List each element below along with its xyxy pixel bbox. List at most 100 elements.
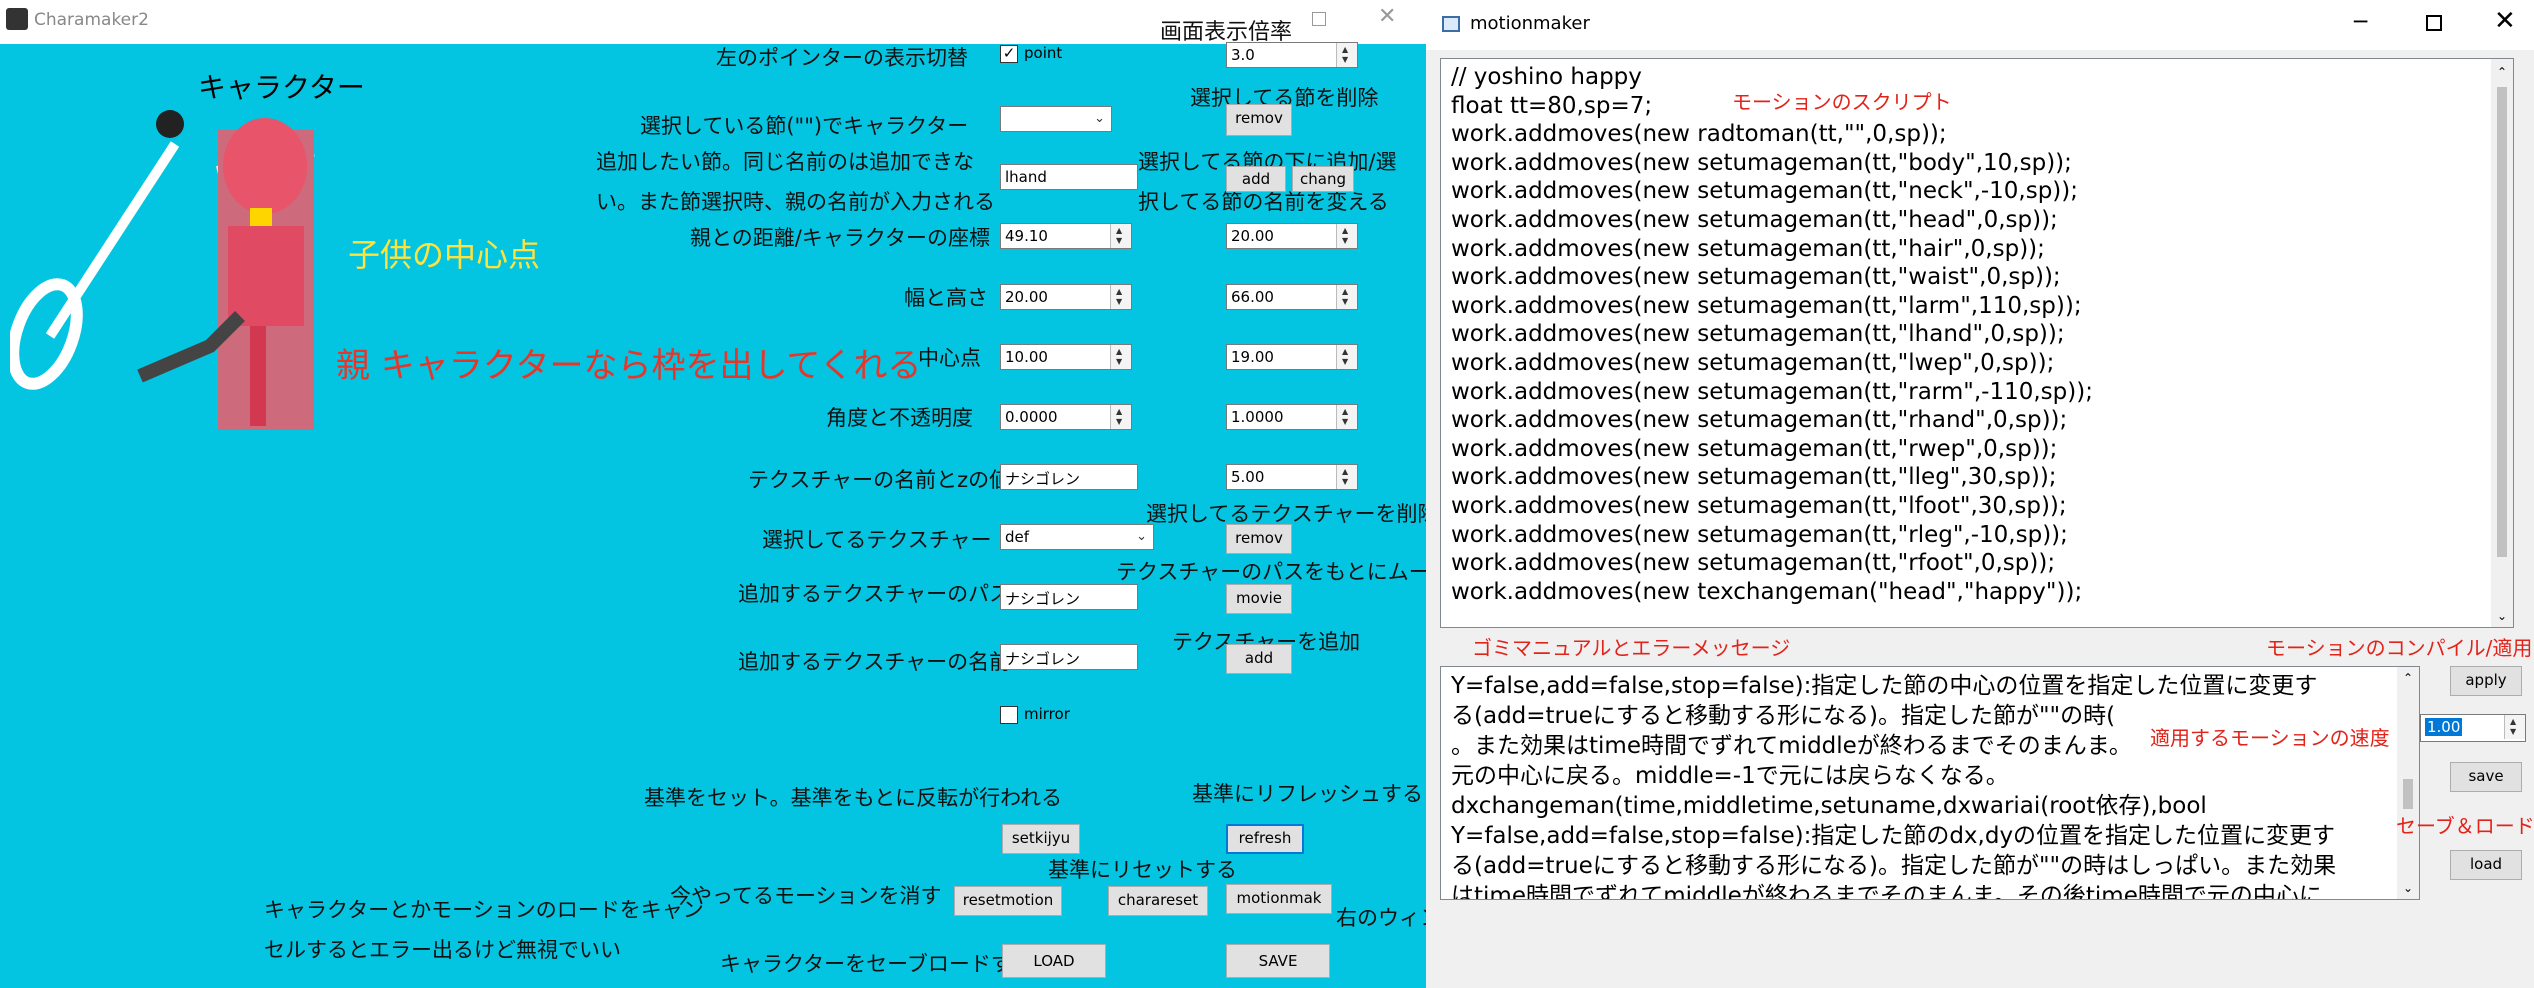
reset-base-label: 基準にリセットする <box>1048 858 1237 882</box>
manual-textbox[interactable]: Y=false,add=false,stop=false):指定した節の中心の位… <box>1440 666 2420 900</box>
script-line: work.addmoves(new setumageman(tt,"lleg",… <box>1451 464 2057 491</box>
texture-select-value: def <box>1005 528 1030 546</box>
opacity-value: 1.0000 <box>1231 408 1284 426</box>
manual-line: dxchangeman(time,middletime,setuname,dxw… <box>1451 793 2207 819</box>
window-title: motionmaker <box>1470 13 1590 34</box>
manual-line: Y=false,add=false,stop=false):指定した節のdx,d… <box>1451 823 2336 849</box>
script-line: work.addmoves(new setumageman(tt,"lhand"… <box>1451 321 2065 348</box>
remove-texture-button[interactable]: remov <box>1226 524 1292 554</box>
opacity-spinner[interactable]: 1.0000 ▲ ▼ <box>1226 404 1358 430</box>
spin-arrows[interactable]: ▲ ▼ <box>1336 465 1357 489</box>
point-checkbox[interactable]: ✓ <box>1000 45 1018 63</box>
height-spinner[interactable]: 66.00 ▲ ▼ <box>1226 284 1358 310</box>
script-line: work.addmoves(new setumageman(tt,"rleg",… <box>1451 521 2068 548</box>
texture-name-z-label: テクスチャーの名前とzの値 <box>748 468 1011 492</box>
selected-joint-label: 選択している節("")でキャラクター <box>640 114 969 138</box>
script-editor[interactable]: // yoshino happy float tt=80,sp=7; work.ad… <box>1440 58 2514 628</box>
spin-arrows[interactable]: ▲ ▼ <box>1336 224 1357 248</box>
scrollbar[interactable]: ⌃ ⌄ <box>2491 59 2513 627</box>
maximize-icon[interactable] <box>1312 12 1326 26</box>
compile-label: モーションのコンパイル/適用 <box>2266 636 2533 660</box>
add-joint-button[interactable]: add <box>1226 166 1286 192</box>
resetmotion-button[interactable]: resetmotion <box>954 886 1062 916</box>
app-icon <box>1442 16 1460 32</box>
texture-path-value: ナシゴレン <box>1005 590 1081 608</box>
add-texture-button[interactable]: add <box>1226 644 1292 674</box>
close-icon[interactable]: ✕ <box>1378 4 1396 29</box>
script-line: work.addmoves(new setumageman(tt,"waist"… <box>1451 264 2061 291</box>
zoom-spinner[interactable]: 3.0 ▲ ▼ <box>1226 42 1358 68</box>
add-joint-label-1: 追加したい節。同じ名前のは追加できな <box>596 150 974 174</box>
spin-arrows[interactable]: ▲ ▼ <box>1336 43 1357 67</box>
zoom-value: 3.0 <box>1231 46 1255 64</box>
center-x-spinner[interactable]: 10.00 ▲ ▼ <box>1000 344 1132 370</box>
texture-select[interactable]: def ⌄ <box>1000 524 1154 550</box>
spin-arrows[interactable]: ▲ ▼ <box>1336 405 1357 429</box>
z-value-spinner[interactable]: 5.00 ▲ ▼ <box>1226 464 1358 490</box>
save-motion-button[interactable]: save <box>2450 762 2522 792</box>
char-coord-spinner[interactable]: 20.00 ▲ ▼ <box>1226 223 1358 249</box>
width-spinner[interactable]: 20.00 ▲ ▼ <box>1000 284 1132 310</box>
manual-line: る(add=trueにすると移動する形になる)。指定した節が""の時はしっぱい。… <box>1451 853 2337 879</box>
script-line: work.addmoves(new setumageman(tt,"lfoot"… <box>1451 492 2067 519</box>
scrollbar[interactable]: ⌃ ⌄ <box>2397 667 2419 899</box>
point-check-label: point <box>1024 44 1063 62</box>
spin-arrows[interactable]: ▲ ▼ <box>1110 345 1131 369</box>
chevron-down-icon: ⌄ <box>1094 111 1105 126</box>
movie-button[interactable]: movie <box>1226 584 1292 614</box>
spin-arrows[interactable]: ▲ ▼ <box>2504 715 2525 739</box>
script-code: // yoshino happy float tt=80,sp=7; work.ad… <box>1451 63 2093 606</box>
center-y-spinner[interactable]: 19.00 ▲ ▼ <box>1226 344 1358 370</box>
spin-arrows[interactable]: ▲ ▼ <box>1110 285 1131 309</box>
distance-spinner[interactable]: 49.10 ▲ ▼ <box>1000 223 1132 249</box>
angle-opacity-label: 角度と不透明度 <box>826 406 973 430</box>
load-character-button[interactable]: LOAD <box>1002 944 1106 978</box>
texture-name-input[interactable]: ナシゴレン <box>1000 464 1138 490</box>
texture-path-input[interactable]: ナシゴレン <box>1000 584 1138 610</box>
spin-arrows[interactable]: ▲ ▼ <box>1336 285 1357 309</box>
add-joint-label-2: い。また節選択時、親の名前が入力される <box>596 190 995 214</box>
add-texture-name-label: 追加するテクスチャーの名前 <box>738 650 1011 674</box>
charamaker-window: Charamaker2 画面表示倍率 ✕ キャラクター 子供の中心点 親 キャラ… <box>0 0 1588 988</box>
load-motion-button[interactable]: load <box>2450 850 2522 880</box>
size-label: 幅と高さ <box>904 286 988 310</box>
charareset-button[interactable]: charareset <box>1108 886 1208 916</box>
script-line: work.addmoves(new texchangeman("head","h… <box>1451 578 2083 605</box>
texture-name-value: ナシゴレン <box>1005 470 1081 488</box>
set-base-label: 基準をセット。基準をもとに反転が行われる <box>644 786 1063 810</box>
change-joint-button[interactable]: chang <box>1292 166 1354 192</box>
maximize-icon[interactable] <box>2426 15 2442 31</box>
script-line: work.addmoves(new setumageman(tt,"head",… <box>1451 206 2058 233</box>
saveload-label: セーブ＆ロード <box>2396 814 2534 838</box>
center-y-value: 19.00 <box>1231 348 1274 366</box>
close-icon[interactable]: ✕ <box>2494 6 2516 36</box>
motionmak-button[interactable]: motionmak <box>1226 884 1332 914</box>
charamaker-titlebar: Charamaker2 画面表示倍率 ✕ <box>0 0 1426 45</box>
spin-arrows[interactable]: ▲ ▼ <box>1336 345 1357 369</box>
joint-select[interactable]: ⌄ <box>1000 106 1112 132</box>
minimize-icon[interactable]: ─ <box>2354 10 2367 35</box>
selected-texture-label: 選択してるテクスチャー <box>762 528 992 552</box>
mirror-checkbox[interactable] <box>1000 706 1018 724</box>
speed-label: 適用するモーションの速度 <box>2146 722 2394 751</box>
manual-label: ゴミマニュアルとエラーメッセージ <box>1472 636 1791 660</box>
speed-spinner[interactable]: 1.00 ▲ ▼ <box>2420 714 2526 742</box>
script-line: work.addmoves(new setumageman(tt,"rhand"… <box>1451 407 2068 434</box>
joint-name-value: lhand <box>1005 168 1047 186</box>
setkijyu-button[interactable]: setkijyu <box>1002 824 1080 854</box>
apply-button[interactable]: apply <box>2450 666 2522 696</box>
distance-label: 親との距離/キャラクターの座標 <box>690 226 991 250</box>
script-line: work.addmoves(new setumageman(tt,"lwep",… <box>1451 349 2055 376</box>
manual-text: Y=false,add=false,stop=false):指定した節の中心の位… <box>1451 671 2337 899</box>
joint-name-input[interactable]: lhand <box>1000 164 1138 190</box>
add-texture-path-label: 追加するテクスチャーのパス <box>738 582 1011 606</box>
refresh-button[interactable]: refresh <box>1226 824 1304 854</box>
script-line: work.addmoves(new setumageman(tt,"rfoot"… <box>1451 550 2056 577</box>
texture-add-name-input[interactable]: ナシゴレン <box>1000 644 1138 670</box>
motionmaker-window: motionmaker ─ ✕ // yoshino happy float tt… <box>1426 0 2534 988</box>
angle-spinner[interactable]: 0.0000 ▲ ▼ <box>1000 404 1132 430</box>
remove-joint-button[interactable]: remov <box>1226 104 1292 136</box>
spin-arrows[interactable]: ▲ ▼ <box>1110 224 1131 248</box>
spin-arrows[interactable]: ▲ ▼ <box>1110 405 1131 429</box>
save-character-button[interactable]: SAVE <box>1226 944 1330 978</box>
